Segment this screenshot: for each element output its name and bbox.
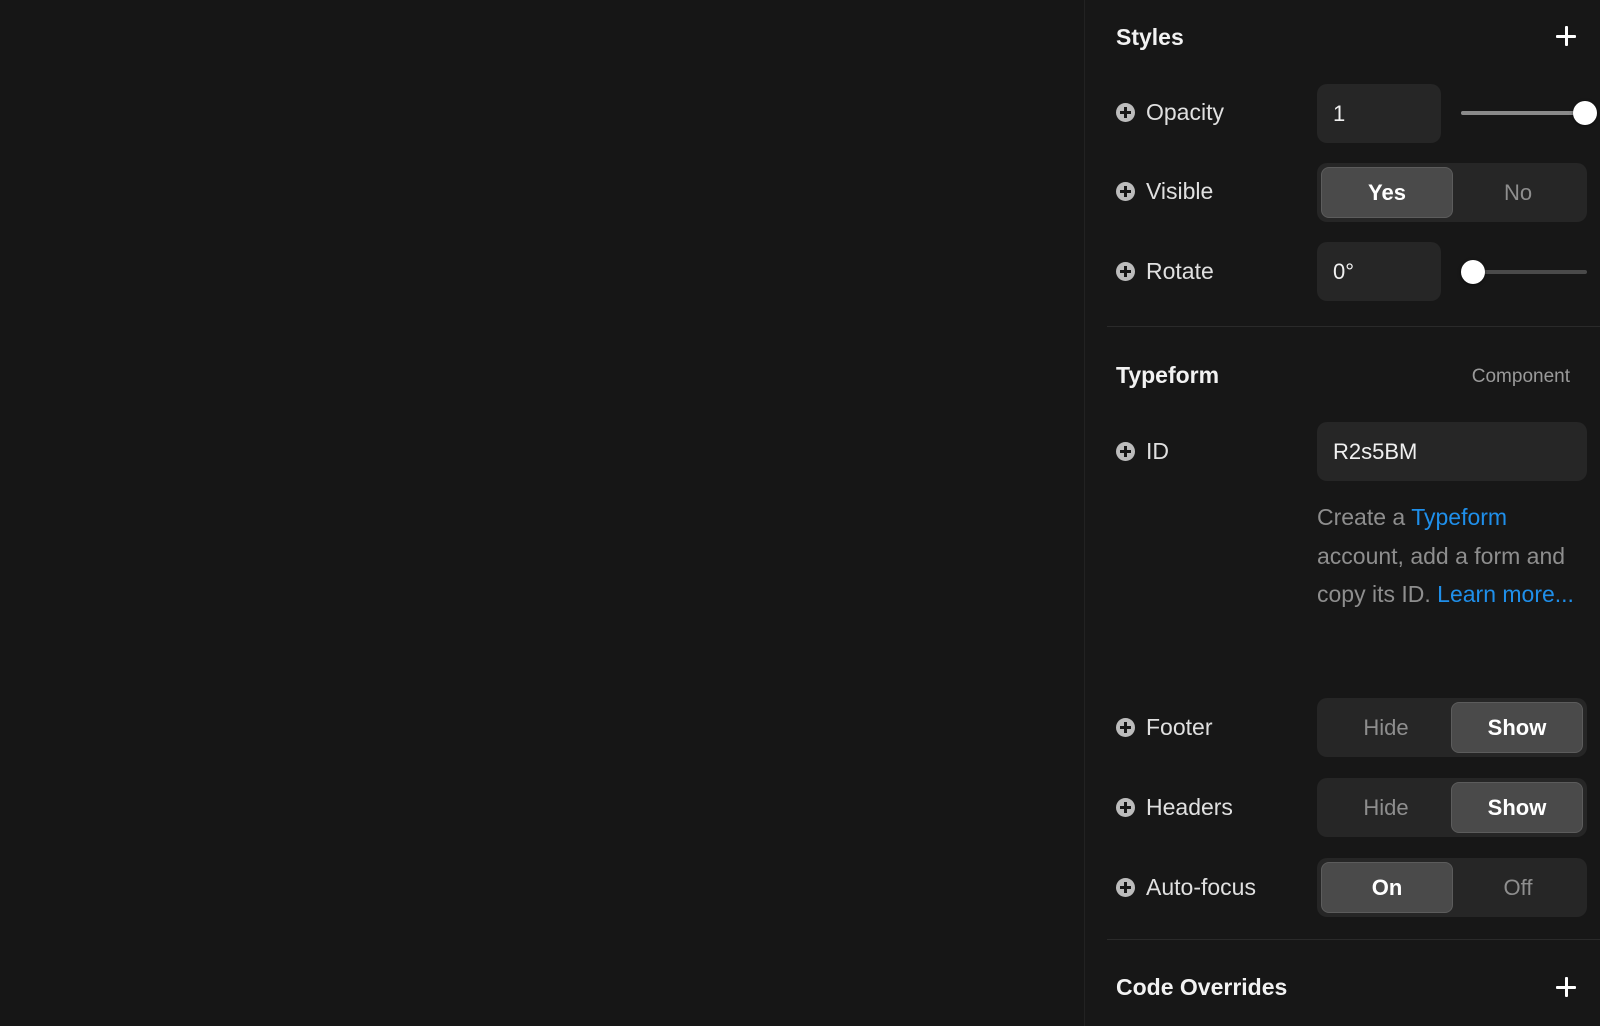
add-footer-plus-circle-icon[interactable]	[1116, 717, 1135, 737]
properties-panel: Styles Opacity 1 Visible Yes No Rotate 0…	[1084, 0, 1600, 1026]
add-rotate-plus-circle-icon[interactable]	[1116, 261, 1135, 281]
learn-more-link[interactable]: Learn more...	[1437, 581, 1574, 607]
headers-segmented-control: Hide Show	[1317, 778, 1587, 837]
headers-hide-option[interactable]: Hide	[1321, 782, 1451, 833]
add-id-plus-circle-icon[interactable]	[1116, 441, 1135, 461]
help-text-1: Create a	[1317, 504, 1412, 530]
autofocus-on-option[interactable]: On	[1321, 862, 1453, 913]
visible-yes-option[interactable]: Yes	[1321, 167, 1453, 218]
rotate-input[interactable]: 0°	[1317, 242, 1441, 301]
visible-row-label: Visible	[1116, 176, 1213, 206]
opacity-label: Opacity	[1146, 98, 1224, 125]
autofocus-off-option[interactable]: Off	[1453, 862, 1583, 913]
visible-label: Visible	[1146, 177, 1214, 204]
footer-hide-option[interactable]: Hide	[1321, 702, 1451, 753]
section-divider	[1107, 939, 1600, 940]
opacity-slider-fill	[1461, 111, 1587, 115]
opacity-input[interactable]: 1	[1317, 84, 1441, 143]
add-style-plus-icon[interactable]	[1552, 22, 1580, 50]
typeform-help-text: Create a Typeform account, add a form an…	[1317, 498, 1587, 614]
headers-label: Headers	[1146, 793, 1233, 820]
id-row-label: ID	[1116, 436, 1169, 466]
footer-row-label: Footer	[1116, 712, 1212, 742]
autofocus-row-label: Auto-focus	[1116, 872, 1256, 902]
id-label: ID	[1146, 437, 1169, 464]
opacity-slider[interactable]	[1461, 100, 1597, 126]
footer-segmented-control: Hide Show	[1317, 698, 1587, 757]
styles-section-title: Styles	[1116, 24, 1184, 50]
autofocus-segmented-control: On Off	[1317, 858, 1587, 917]
visible-no-option[interactable]: No	[1453, 167, 1583, 218]
canvas-area[interactable]	[0, 0, 1084, 1026]
add-opacity-plus-circle-icon[interactable]	[1116, 102, 1135, 122]
rotate-row-label: Rotate	[1116, 256, 1214, 286]
opacity-slider-thumb[interactable]	[1573, 101, 1597, 125]
footer-label: Footer	[1146, 713, 1213, 740]
rotate-slider[interactable]	[1461, 259, 1587, 285]
rotate-label: Rotate	[1146, 257, 1214, 284]
add-autofocus-plus-circle-icon[interactable]	[1116, 877, 1135, 897]
add-visible-plus-circle-icon[interactable]	[1116, 181, 1135, 201]
opacity-row-label: Opacity	[1116, 97, 1224, 127]
add-code-override-plus-icon[interactable]	[1552, 973, 1580, 1001]
code-overrides-section-title: Code Overrides	[1116, 974, 1288, 1000]
headers-row-label: Headers	[1116, 792, 1233, 822]
component-tag: Component	[1471, 366, 1570, 387]
footer-show-option[interactable]: Show	[1451, 702, 1583, 753]
autofocus-label: Auto-focus	[1146, 873, 1256, 900]
section-divider	[1107, 326, 1600, 327]
visible-segmented-control: Yes No	[1317, 163, 1587, 222]
typeform-section-title: Typeform	[1116, 362, 1220, 388]
typeform-id-input[interactable]: R2s5BM	[1317, 422, 1587, 481]
add-headers-plus-circle-icon[interactable]	[1116, 797, 1135, 817]
rotate-slider-thumb[interactable]	[1461, 260, 1485, 284]
typeform-link[interactable]: Typeform	[1411, 504, 1507, 530]
headers-show-option[interactable]: Show	[1451, 782, 1583, 833]
